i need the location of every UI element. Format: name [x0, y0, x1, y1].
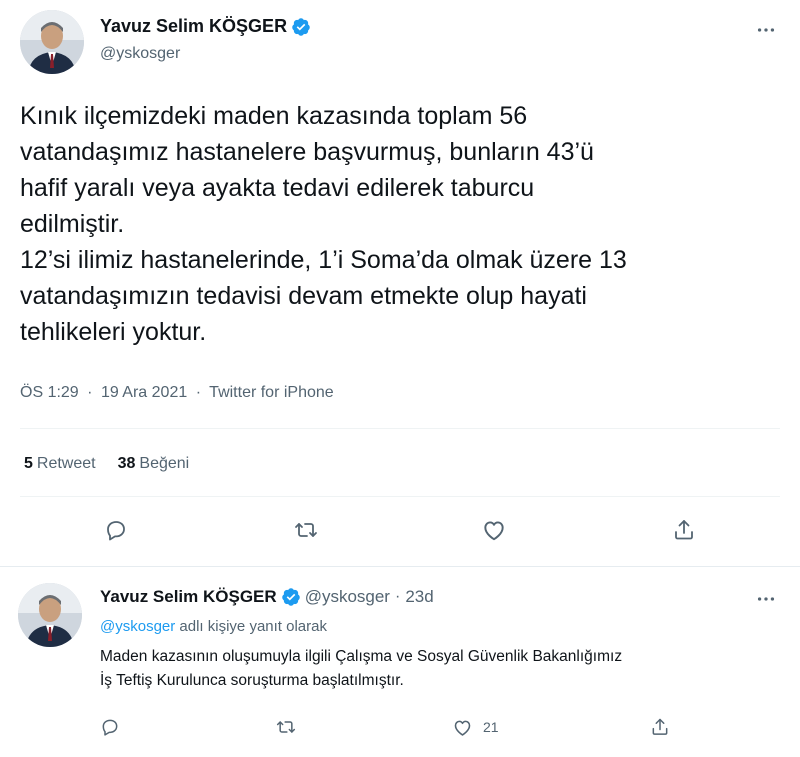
author-handle[interactable]: @yskosger [100, 45, 180, 63]
like-button[interactable] [474, 510, 514, 550]
reply-bubble-icon [107, 521, 125, 541]
meta-separator: · [195, 384, 202, 401]
engagement-stats: 5 Retweet 38 Beğeni [24, 455, 189, 473]
tweet-time[interactable]: ÖS 1:29 [20, 384, 79, 401]
replying-mention-link[interactable]: @yskosger [100, 618, 175, 635]
reply-more-options-button[interactable] [754, 587, 778, 611]
reply-actions: 21 [100, 709, 780, 745]
reply-author-avatar[interactable] [18, 583, 82, 647]
verified-badge-icon [291, 17, 311, 37]
reply-reply-button[interactable] [100, 709, 120, 745]
verified-badge-icon [281, 587, 301, 607]
like-stat[interactable]: 38 Beğeni [118, 455, 190, 473]
reply-like-count: 21 [483, 719, 499, 735]
share-button[interactable] [664, 510, 704, 550]
avatar-portrait-icon [18, 583, 82, 647]
retweet-stat[interactable]: 5 Retweet [24, 455, 96, 473]
retweet-icon [276, 721, 296, 733]
reply-author-name[interactable]: Yavuz Selim KÖŞGER [100, 587, 277, 607]
retweet-icon [295, 523, 317, 537]
reply-text: Maden kazasının oluşumuyla ilgili Çalışm… [100, 648, 623, 689]
retweet-count: 5 [24, 455, 33, 472]
more-horizontal-icon [757, 28, 775, 32]
retweet-button[interactable] [286, 510, 326, 550]
share-icon [652, 718, 668, 735]
author-name-row: Yavuz Selim KÖŞGER [100, 16, 311, 37]
reply-retweet-button[interactable] [276, 709, 296, 745]
tweet-actions [0, 510, 800, 556]
reply-header: Yavuz Selim KÖŞGER @yskosger · 23d [100, 587, 434, 607]
reply-time[interactable]: 23d [405, 587, 433, 607]
meta-separator: · [394, 588, 401, 605]
divider [0, 566, 800, 567]
tweet-date[interactable]: 19 Ara 2021 [101, 384, 187, 401]
reply-bubble-icon [102, 719, 118, 736]
tweet-text: Kınık ilçemizdeki maden kazasında toplam… [20, 102, 627, 346]
like-count: 38 [117, 455, 136, 472]
tweet-metadata: ÖS 1:29 · 19 Ara 2021 · Twitter for iPho… [20, 384, 334, 402]
reply-button[interactable] [96, 510, 136, 550]
more-horizontal-icon [757, 597, 775, 601]
main-tweet: Yavuz Selim KÖŞGER @yskosger Kınık ilçem… [0, 0, 800, 573]
tweet-source[interactable]: Twitter for iPhone [209, 384, 334, 401]
reply-share-button[interactable] [650, 709, 670, 745]
replying-to: @yskosger adlı kişiye yanıt olarak [100, 618, 327, 635]
reply-tweet[interactable]: Yavuz Selim KÖŞGER @yskosger · 23d @ysko… [0, 573, 800, 757]
reply-author-handle[interactable]: @yskosger [305, 587, 390, 607]
author-avatar[interactable] [20, 10, 84, 74]
reply-like-button[interactable]: 21 [452, 709, 499, 745]
avatar-portrait-icon [20, 10, 84, 74]
heart-icon [454, 720, 471, 736]
retweet-label: Retweet [36, 455, 96, 472]
share-icon [675, 520, 693, 540]
divider [20, 428, 780, 429]
like-label: Beğeni [139, 455, 190, 472]
more-options-button[interactable] [754, 18, 778, 42]
heart-icon [484, 521, 504, 541]
author-name[interactable]: Yavuz Selim KÖŞGER [100, 16, 287, 37]
replying-suffix: adlı kişiye yanıt olarak [175, 618, 327, 635]
divider [20, 496, 780, 497]
meta-separator: · [87, 384, 93, 401]
